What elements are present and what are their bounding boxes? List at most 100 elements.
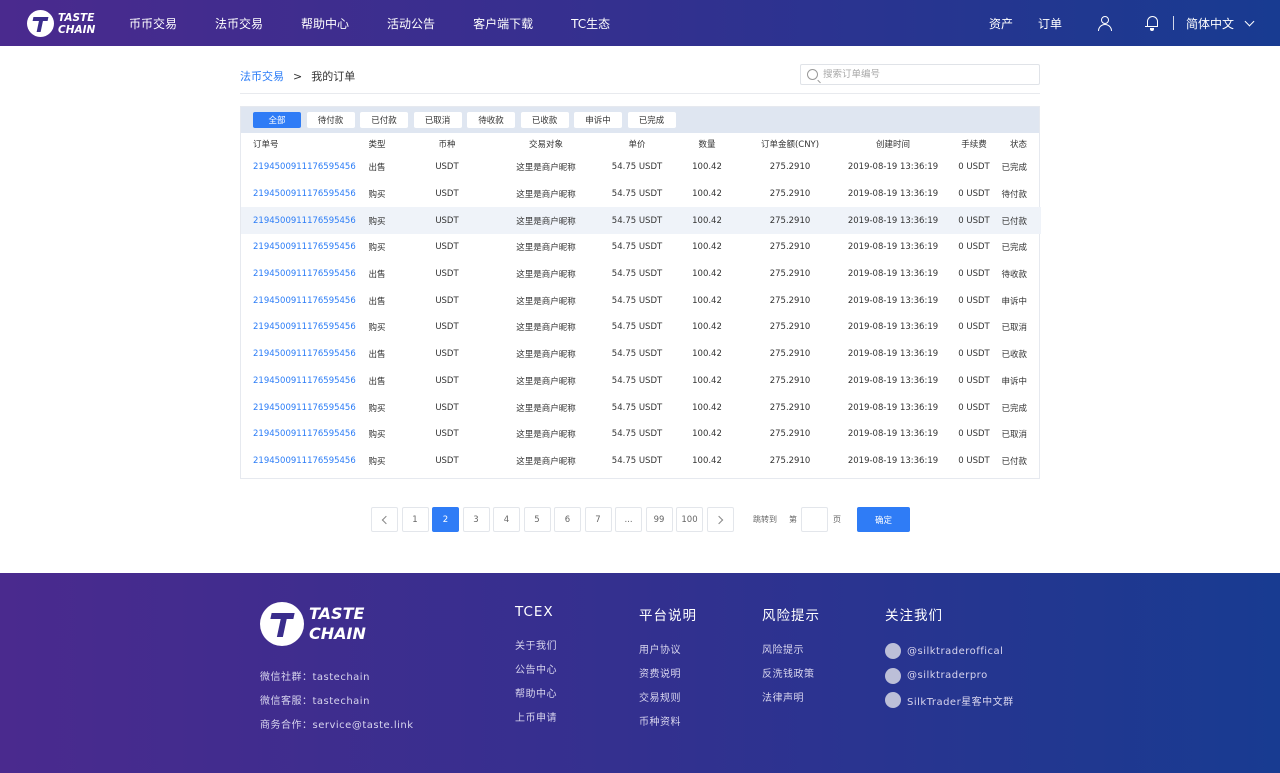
col-header-amount: 订单金额(CNY) (760, 139, 820, 150)
footer-link-aml-policy[interactable]: 反洗钱政策 (762, 668, 820, 692)
table-row[interactable]: 2194500911176595456 出售 USDT 这里是商户昵称 54.75 US… (241, 261, 1041, 288)
order-price: 54.75 USDT (611, 455, 663, 466)
page-5[interactable]: 5 (523, 507, 551, 532)
order-type: 出售 (368, 270, 386, 281)
breadcrumb-separator: > (293, 69, 303, 83)
order-id-link[interactable]: 2194500911176595456 (241, 394, 356, 421)
nav-item-tc-ecosystem[interactable]: TC生态 (571, 15, 610, 32)
page-2[interactable]: 2 (432, 507, 459, 532)
table-row[interactable]: 2194500911176595456 出售 USDT 这里是商户昵称 54.75 US… (241, 368, 1041, 395)
filter-cancelled[interactable]: 已取消 (413, 112, 462, 128)
footer-link-announcements[interactable]: 公告中心 (515, 664, 557, 688)
order-price: 54.75 USDT (611, 242, 663, 253)
page-99[interactable]: 99 (645, 507, 673, 532)
filter-appealing[interactable]: 申诉中 (574, 112, 622, 128)
order-id-link[interactable]: 2194500911176595456 (241, 261, 356, 288)
language-selector[interactable]: 简体中文 (1186, 15, 1255, 32)
nav-item-help-center[interactable]: 帮助中心 (301, 15, 349, 32)
table-row[interactable]: 2194500911176595456 购买 USDT 这里是商户昵称 54.75 US… (241, 314, 1041, 341)
order-fee: 0 USDT (958, 402, 990, 413)
filter-all[interactable]: 全部 (253, 112, 301, 128)
footer-link-listing[interactable]: 上币申请 (515, 712, 557, 736)
footer-col-title: 关注我们 (885, 608, 943, 624)
nav-item-coin-trading[interactable]: 币币交易 (129, 15, 177, 32)
footer-logo-line1: TASTE (309, 604, 365, 623)
table-row[interactable]: 2194500911176595456 购买 USDT 这里是商户昵称 54.75 US… (241, 448, 1041, 475)
order-id-link[interactable]: 2194500911176595456 (241, 181, 356, 208)
order-counterparty: 这里是商户昵称 (516, 270, 576, 281)
table-row[interactable]: 2194500911176595456 购买 USDT 这里是商户昵称 54.75 US… (241, 421, 1041, 448)
brand-logo[interactable]: TASTE CHAIN (27, 10, 95, 37)
order-coin: USDT (435, 242, 459, 253)
table-row[interactable]: 2194500911176595456 购买 USDT 这里是商户昵称 54.75 US… (241, 394, 1041, 421)
assets-link[interactable]: 资产 (989, 15, 1013, 32)
order-counterparty: 这里是商户昵称 (516, 376, 576, 387)
social-handle: @silktraderoffical (907, 645, 1004, 657)
filter-pending-payment[interactable]: 待付款 (306, 112, 355, 128)
order-id-link[interactable]: 2194500911176595456 (241, 314, 356, 341)
social-handle: @silktraderpro (907, 670, 988, 682)
page-7[interactable]: 7 (584, 507, 612, 532)
page-6[interactable]: 6 (554, 507, 581, 532)
order-id-link[interactable]: 2194500911176595456 (241, 421, 356, 448)
order-created-time: 2019-08-19 13:36:19 (847, 162, 939, 173)
orders-link[interactable]: 订单 (1038, 15, 1062, 32)
page-4[interactable]: 4 (493, 507, 520, 532)
footer-link-user-agreement[interactable]: 用户协议 (639, 644, 697, 668)
order-counterparty: 这里是商户昵称 (516, 456, 576, 467)
social-item[interactable]: SilkTrader星客中文群 (885, 688, 1014, 713)
breadcrumb-parent[interactable]: 法币交易 (240, 68, 284, 84)
order-created-time: 2019-08-19 13:36:19 (847, 269, 939, 280)
nav-item-announcements[interactable]: 活动公告 (387, 15, 435, 32)
footer-link-risk-warning[interactable]: 风险提示 (762, 644, 820, 668)
order-price: 54.75 USDT (611, 429, 663, 440)
user-icon[interactable] (1097, 15, 1113, 31)
filter-received[interactable]: 已收款 (520, 112, 569, 128)
table-row[interactable]: 2194500911176595456 出售 USDT 这里是商户昵称 54.75 US… (241, 287, 1041, 314)
table-row[interactable]: 2194500911176595456 出售 USDT 这里是商户昵称 54.75 US… (241, 154, 1041, 181)
table-row[interactable]: 2194500911176595456 购买 USDT 这里是商户昵称 54.75 US… (241, 207, 1041, 235)
nav-item-fiat-trading[interactable]: 法币交易 (215, 15, 263, 32)
page-3[interactable]: 3 (462, 507, 490, 532)
table-row[interactable]: 2194500911176595456 出售 USDT 这里是商户昵称 54.75 US… (241, 341, 1041, 368)
order-coin: USDT (403, 207, 491, 235)
footer-link-trading-rules[interactable]: 交易规则 (639, 692, 697, 716)
nav-item-client-download[interactable]: 客户端下载 (473, 15, 533, 32)
page-100[interactable]: 100 (676, 507, 703, 532)
filter-paid[interactable]: 已付款 (360, 112, 408, 128)
jump-page-input[interactable] (801, 507, 828, 532)
footer-link-legal[interactable]: 法律声明 (762, 692, 820, 716)
next-page-icon[interactable] (706, 507, 734, 532)
confirm-jump-button[interactable]: 确定 (857, 507, 910, 532)
order-counterparty: 这里是商户昵称 (516, 243, 576, 254)
order-coin: USDT (435, 295, 459, 306)
footer-link-fees[interactable]: 资费说明 (639, 668, 697, 692)
bell-icon[interactable] (1144, 15, 1160, 31)
table-row[interactable]: 2194500911176595456 购买 USDT 这里是商户昵称 54.75 US… (241, 181, 1041, 208)
prev-page-icon[interactable] (371, 507, 398, 532)
order-amount: 275.2910 (769, 322, 811, 333)
order-id-link[interactable]: 2194500911176595456 (241, 207, 356, 235)
social-item[interactable]: @silktraderoffical (885, 639, 1014, 664)
order-id-link[interactable]: 2194500911176595456 (241, 234, 356, 261)
order-quantity: 100.42 (673, 207, 741, 235)
search-input[interactable] (823, 69, 1023, 80)
order-id-link[interactable]: 2194500911176595456 (241, 287, 356, 314)
col-header-status: 状态 (1009, 139, 1027, 150)
social-item[interactable]: @silktraderpro (885, 664, 1014, 689)
order-search-box[interactable] (800, 64, 1040, 85)
filter-pending-receipt[interactable]: 待收款 (467, 112, 515, 128)
order-id-link[interactable]: 2194500911176595456 (241, 368, 356, 395)
order-price: 54.75 USDT (611, 269, 663, 280)
order-created-time: 2019-08-19 13:36:19 (847, 375, 939, 386)
footer-link-about[interactable]: 关于我们 (515, 640, 557, 664)
footer-link-coin-info[interactable]: 币种资料 (639, 716, 697, 740)
order-counterparty: 这里是商户昵称 (516, 323, 576, 334)
footer-link-help[interactable]: 帮助中心 (515, 688, 557, 712)
page-1[interactable]: 1 (401, 507, 429, 532)
filter-completed[interactable]: 已完成 (627, 112, 676, 128)
table-row[interactable]: 2194500911176595456 购买 USDT 这里是商户昵称 54.75 US… (241, 234, 1041, 261)
order-id-link[interactable]: 2194500911176595456 (241, 341, 356, 368)
order-id-link[interactable]: 2194500911176595456 (241, 448, 356, 475)
order-id-link[interactable]: 2194500911176595456 (241, 154, 356, 181)
